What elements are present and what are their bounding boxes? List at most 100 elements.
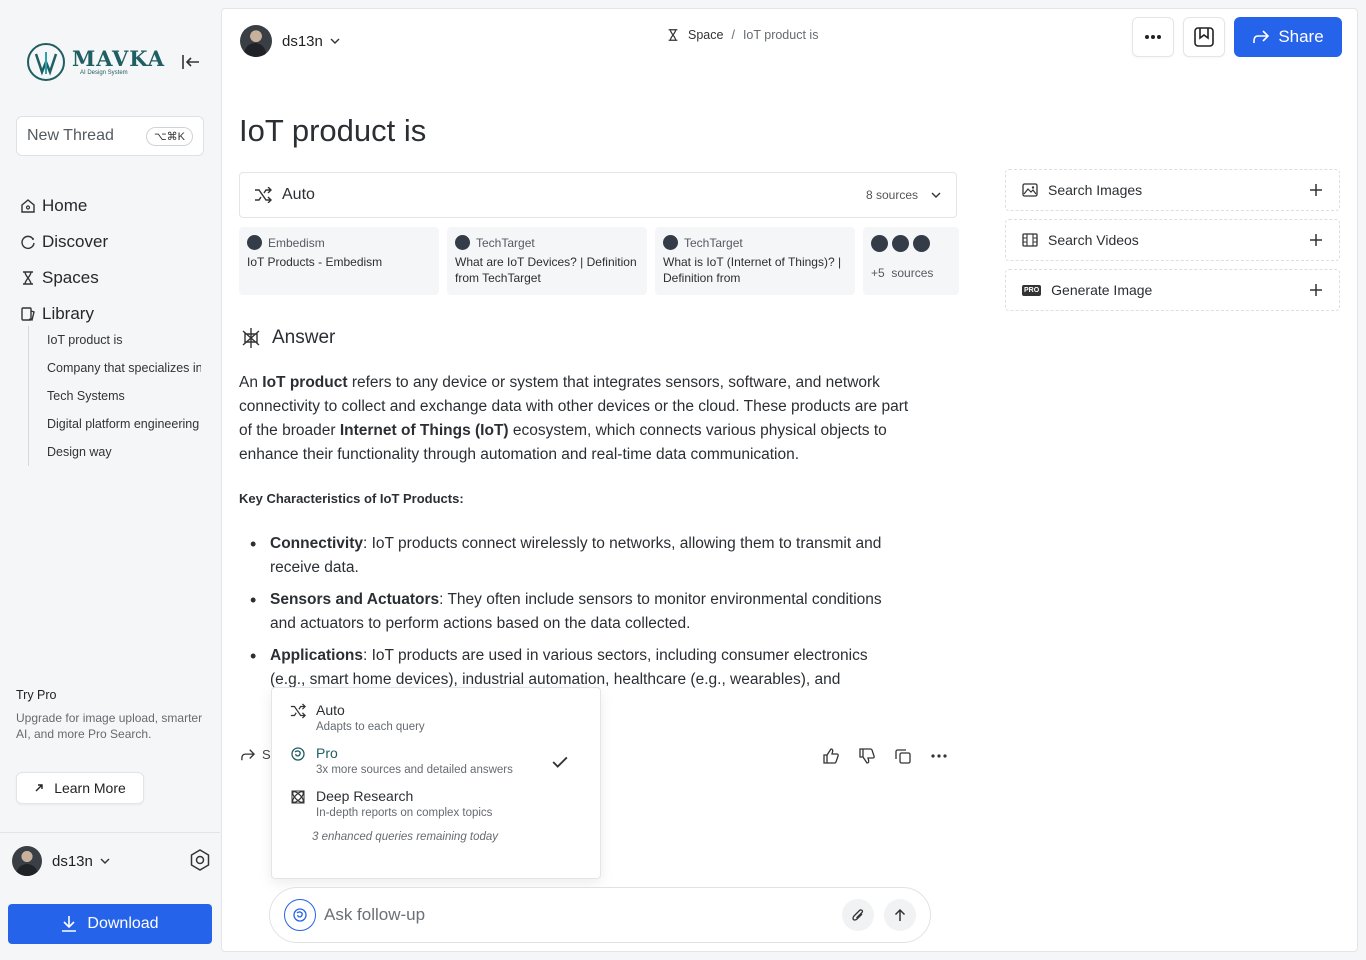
pro-spiral-icon xyxy=(293,908,307,922)
answer-text: An xyxy=(239,374,263,391)
arrow-up-icon xyxy=(894,908,906,921)
download-label: Download xyxy=(87,915,159,932)
library-icon xyxy=(21,307,35,321)
mode-option-auto[interactable]: Auto Adapts to each query xyxy=(290,702,582,733)
pro-spiral-icon xyxy=(291,747,305,761)
sidebar-item-home[interactable]: Home xyxy=(20,188,210,224)
new-thread-button[interactable]: New Thread ⌥⌘K xyxy=(16,116,204,156)
thumbs-up-icon[interactable] xyxy=(822,747,840,765)
try-pro-description: Upgrade for image upload, smarter AI, an… xyxy=(16,711,203,741)
source-favicon xyxy=(913,235,930,252)
sidebar-item-label: Home xyxy=(42,196,88,215)
source-card[interactable]: TechTarget What are IoT Devices? | Defin… xyxy=(447,227,647,295)
sources-row: Embedism IoT Products - Embedism TechTar… xyxy=(239,227,959,295)
film-icon xyxy=(1022,233,1038,247)
home-icon xyxy=(21,199,35,213)
library-item[interactable]: IoT product is xyxy=(47,326,201,354)
source-site: TechTarget xyxy=(684,235,743,250)
paperclip-icon xyxy=(852,909,864,921)
bullet-term: Connectivity xyxy=(270,535,364,552)
sidebar-item-spaces[interactable]: Spaces xyxy=(20,260,210,296)
sidebar-item-discover[interactable]: Discover xyxy=(20,224,210,260)
answer-heading-label: Answer xyxy=(272,327,336,348)
bullet-term: Sensors and Actuators xyxy=(270,591,440,608)
mode-toggle-button[interactable] xyxy=(284,899,316,931)
submit-button[interactable] xyxy=(884,899,916,931)
follow-up-input[interactable] xyxy=(324,905,832,925)
user-name: ds13n xyxy=(282,32,323,50)
key-characteristics-heading: Key Characteristics of IoT Products: xyxy=(239,491,464,506)
user-name: ds13n xyxy=(52,852,93,870)
image-icon xyxy=(1022,183,1038,197)
mode-option-description: In-depth reports on complex topics xyxy=(316,807,493,819)
collapse-sidebar-icon[interactable] xyxy=(180,52,202,72)
breadcrumb-current: IoT product is xyxy=(742,28,819,42)
share-label: Share xyxy=(1278,27,1324,46)
source-favicon xyxy=(892,235,909,252)
learn-more-button[interactable]: Learn More xyxy=(16,772,144,804)
plus-icon xyxy=(1310,184,1322,196)
search-mode-bar[interactable]: Auto 8 sources xyxy=(239,172,957,218)
try-pro-panel: Try Pro Upgrade for image upload, smarte… xyxy=(16,688,206,742)
tool-label: Search Images xyxy=(1048,182,1143,198)
header-user-menu[interactable]: ds13n xyxy=(240,25,341,57)
more-options-button[interactable] xyxy=(1132,17,1174,57)
mode-option-deep-research[interactable]: Deep Research In-depth reports on comple… xyxy=(290,788,582,819)
more-horizontal-icon[interactable] xyxy=(930,747,948,765)
try-pro-title: Try Pro xyxy=(16,688,57,702)
share-answer-action[interactable]: S xyxy=(240,747,271,762)
breadcrumb-separator: / xyxy=(731,28,735,42)
user-menu[interactable]: ds13n xyxy=(12,846,212,876)
queries-remaining-note: 3 enhanced queries remaining today xyxy=(312,831,499,843)
tool-label: Generate Image xyxy=(1051,282,1153,298)
share-button[interactable]: Share xyxy=(1234,17,1342,57)
sidebar-nav: Home Discover Spaces Library xyxy=(20,188,210,332)
logo-subtitle: AI Design System xyxy=(80,70,128,76)
source-card[interactable]: TechTarget What is IoT (Internet of Thin… xyxy=(655,227,855,295)
source-title: What are IoT Devices? | Definition from … xyxy=(455,255,637,285)
chevron-down-icon xyxy=(330,38,340,44)
shuffle-icon xyxy=(290,703,306,719)
tool-label: Search Videos xyxy=(1048,232,1139,248)
more-sources-card[interactable]: +5 sources xyxy=(863,227,959,295)
list-item: Connectivity: IoT products connect wirel… xyxy=(250,532,902,580)
search-videos-button[interactable]: Search Videos xyxy=(1005,219,1340,261)
mavka-logo-icon xyxy=(27,43,65,81)
learn-more-label: Learn More xyxy=(54,780,126,796)
more-horizontal-icon xyxy=(1145,35,1161,39)
main-panel: ds13n Space / IoT product is Share IoT p… xyxy=(221,8,1358,952)
library-item[interactable]: Digital platform engineering xyxy=(47,410,201,438)
search-images-button[interactable]: Search Images xyxy=(1005,169,1340,211)
library-item[interactable]: Tech Systems xyxy=(47,382,201,410)
breadcrumb: Space / IoT product is xyxy=(666,28,818,42)
list-item: Applications: IoT products are used in v… xyxy=(250,644,902,692)
mode-option-pro[interactable]: Pro 3x more sources and detailed answers xyxy=(290,745,582,776)
avatar xyxy=(240,25,272,57)
settings-icon[interactable] xyxy=(188,848,212,872)
answer-actions xyxy=(822,747,948,765)
spaces-icon xyxy=(668,29,678,41)
sidebar: MAVKA AI Design System New Thread ⌥⌘K Ho… xyxy=(0,0,220,960)
library-item[interactable]: Company that specializes in xyxy=(47,354,201,382)
attach-button[interactable] xyxy=(842,899,874,931)
copy-icon[interactable] xyxy=(894,747,912,765)
logo[interactable]: MAVKA AI Design System xyxy=(26,42,165,82)
chevron-down-icon xyxy=(100,858,110,864)
download-button[interactable]: Download xyxy=(8,904,212,944)
source-favicon xyxy=(663,235,678,250)
check-icon xyxy=(552,756,568,768)
bookmark-button[interactable] xyxy=(1183,17,1225,57)
source-card[interactable]: Embedism IoT Products - Embedism xyxy=(239,227,439,295)
arrow-up-right-icon xyxy=(35,784,43,792)
source-site: Embedism xyxy=(268,235,325,250)
breadcrumb-space[interactable]: Space xyxy=(688,28,723,42)
share-arrow-icon xyxy=(1253,30,1270,43)
download-icon xyxy=(62,916,77,932)
library-item[interactable]: Design way xyxy=(47,438,201,466)
plus-icon xyxy=(1310,234,1322,246)
thumbs-down-icon[interactable] xyxy=(858,747,876,765)
source-favicon xyxy=(455,235,470,250)
chevron-down-icon xyxy=(931,192,941,198)
answer-paragraph: An IoT product refers to any device or s… xyxy=(239,371,919,467)
generate-image-button[interactable]: PRO Generate Image xyxy=(1005,269,1340,311)
